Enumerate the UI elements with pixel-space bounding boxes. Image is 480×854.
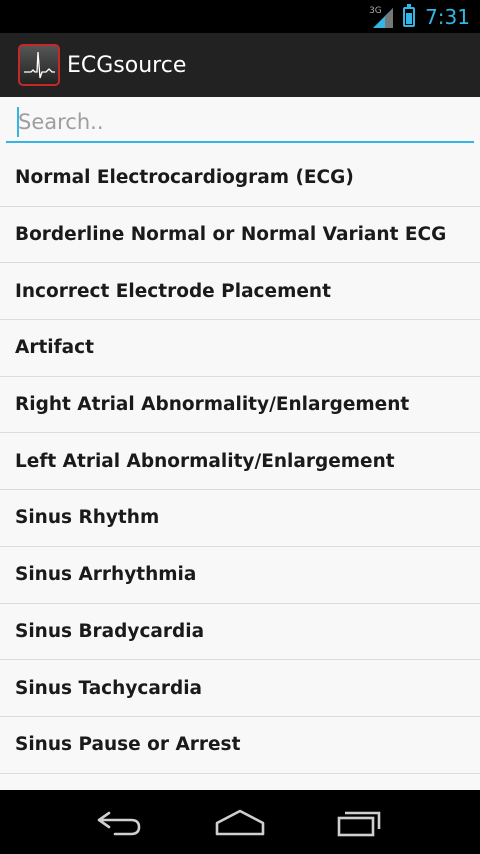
back-button[interactable] — [85, 797, 155, 847]
main-content: Normal Electrocardiogram (ECG) Borderlin… — [0, 97, 480, 790]
action-bar: ECGsource — [0, 33, 480, 97]
list-item[interactable]: Sinus Bradycardia — [0, 604, 480, 661]
battery-icon — [403, 3, 416, 27]
recent-apps-icon — [337, 811, 381, 837]
text-cursor — [17, 107, 19, 137]
list-item[interactable]: Borderline Normal or Normal Variant ECG — [0, 207, 480, 264]
list-item[interactable]: Normal Electrocardiogram (ECG) — [0, 150, 480, 207]
network-type-label: 3G — [369, 5, 382, 16]
list-item[interactable]: Sinus Arrhythmia — [0, 547, 480, 604]
clock: 7:31 — [425, 4, 470, 29]
back-arrow-icon — [97, 811, 141, 836]
list-item[interactable]: Sinus Pause or Arrest — [0, 717, 480, 774]
home-icon — [215, 809, 265, 836]
home-button[interactable] — [205, 797, 275, 847]
list-item[interactable]: Incorrect Electrode Placement — [0, 263, 480, 321]
list-item[interactable]: Right Atrial Abnormality/Enlargement — [0, 377, 480, 434]
list-item[interactable]: Artifact — [0, 320, 480, 377]
list-item[interactable]: Left Atrial Abnormality/Enlargement — [0, 433, 480, 491]
search-container — [0, 97, 480, 150]
network-indicator: 3G — [369, 5, 395, 28]
ecg-app-icon[interactable] — [18, 44, 60, 86]
search-input[interactable] — [6, 103, 474, 143]
navigation-bar — [0, 790, 480, 854]
recent-apps-button[interactable] — [325, 797, 395, 847]
status-bar: 3G 7:31 — [0, 0, 480, 33]
ecg-topic-list: Normal Electrocardiogram (ECG) Borderlin… — [0, 150, 480, 774]
app-title: ECGsource — [67, 52, 187, 78]
ecg-wave-icon — [24, 51, 55, 79]
list-item[interactable]: Sinus Tachycardia — [0, 660, 480, 717]
list-item[interactable]: Sinus Rhythm — [0, 490, 480, 547]
